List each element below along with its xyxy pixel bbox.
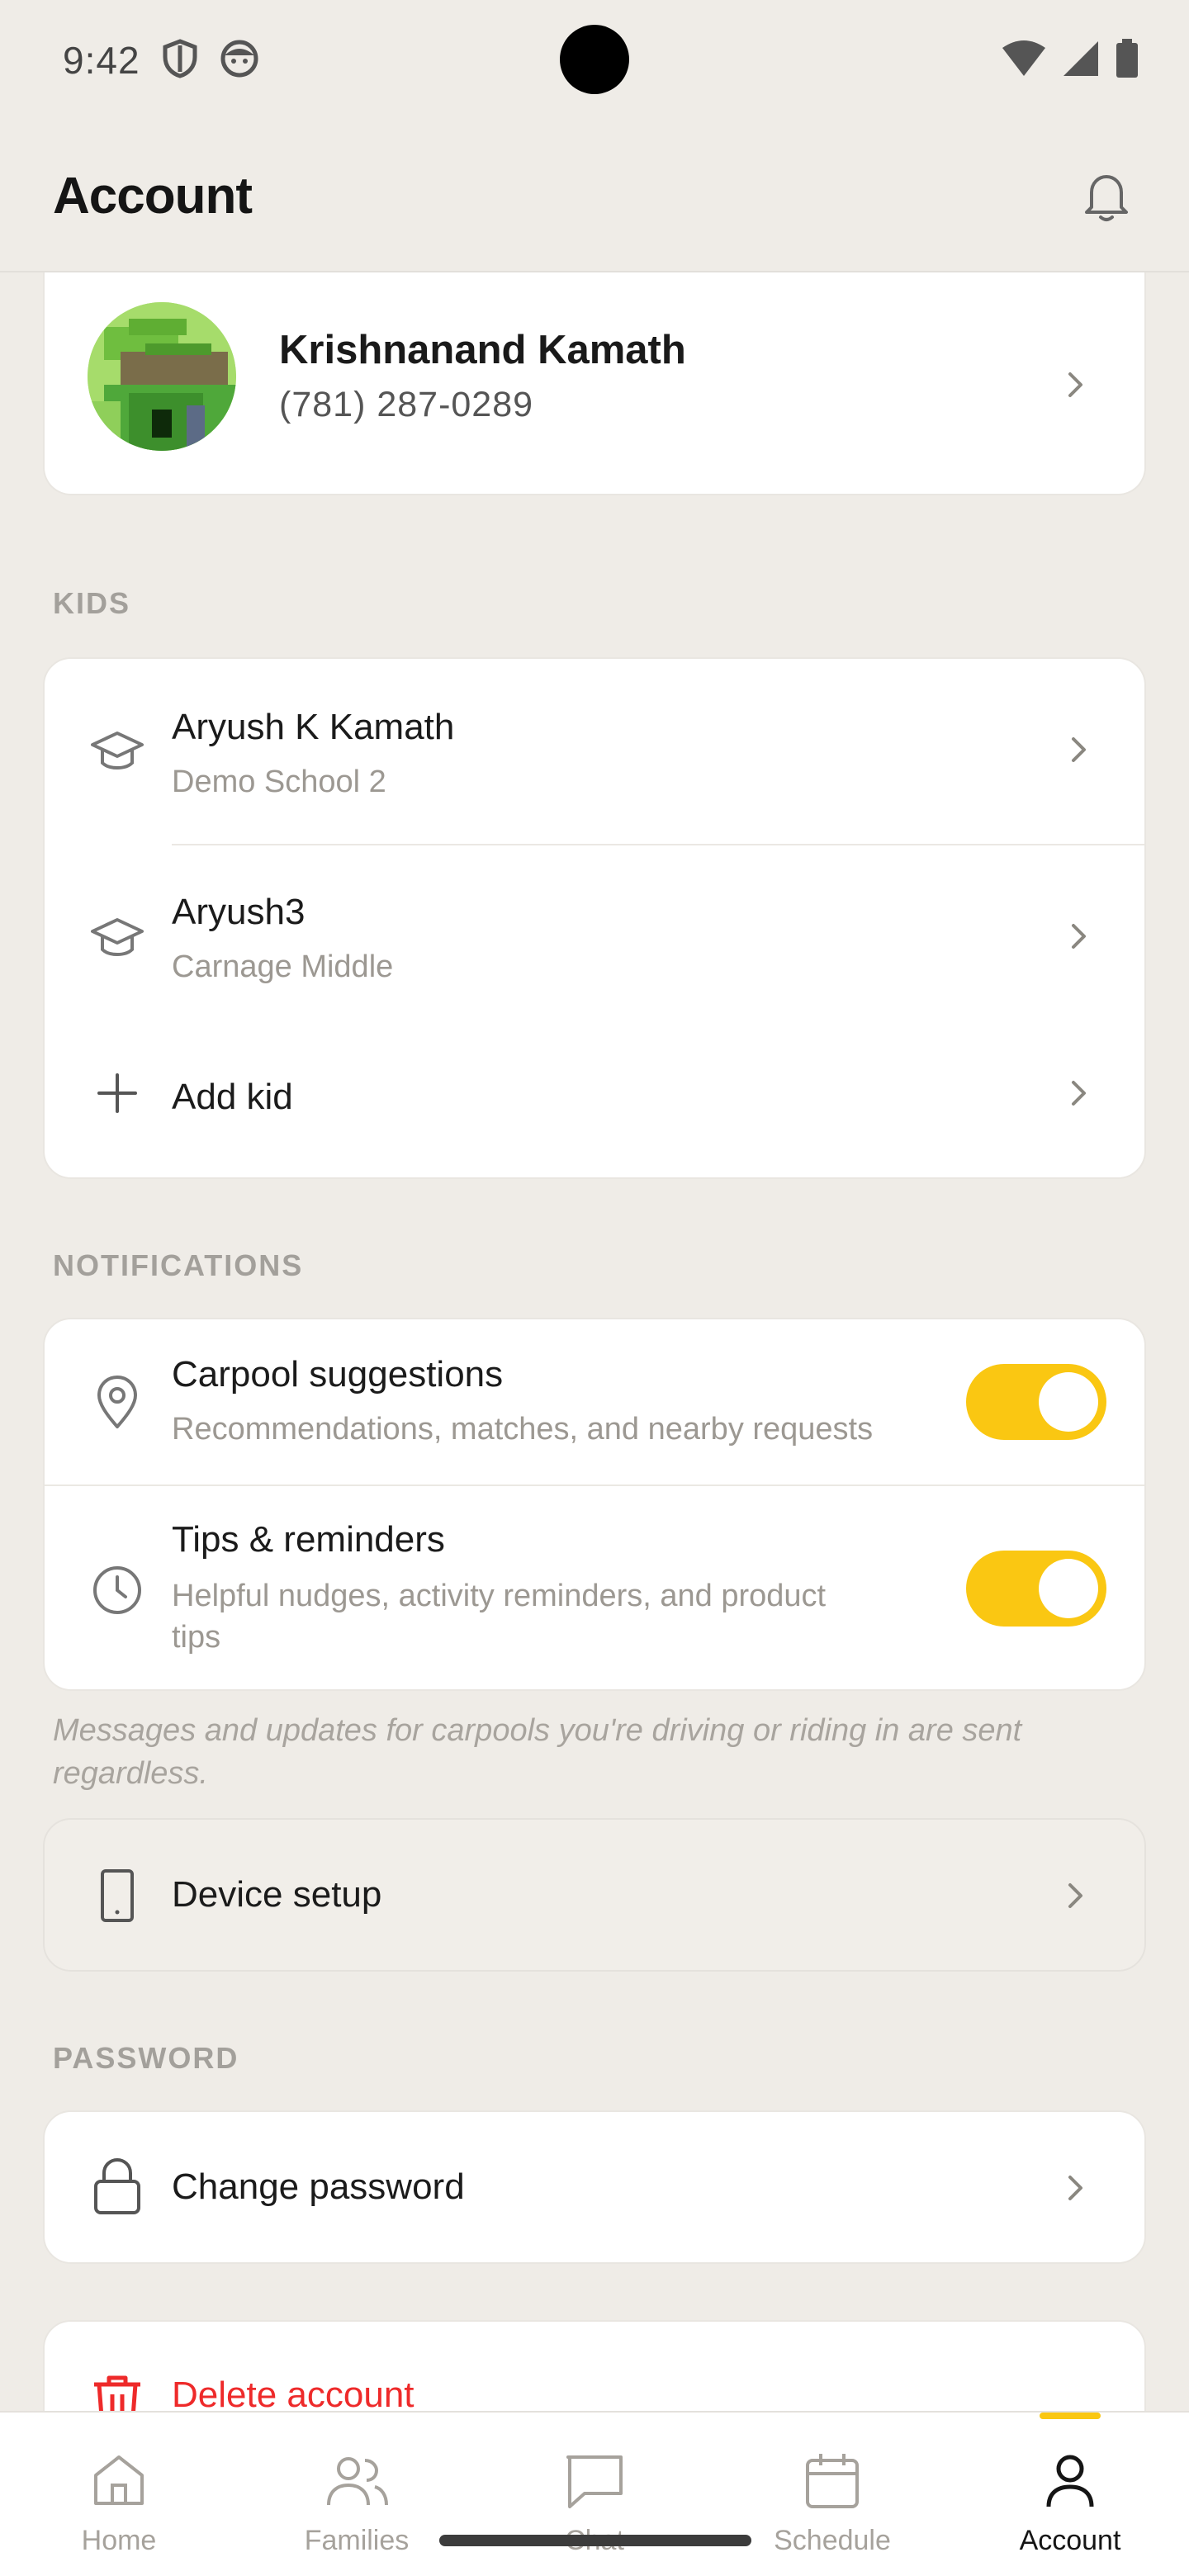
chevron-right-icon <box>1072 737 1086 762</box>
kid-row[interactable]: Aryush K Kamath Demo School 2 <box>45 659 1148 844</box>
kid-row[interactable]: Aryush3 Carnage Middle <box>45 845 1148 1030</box>
lock-icon <box>88 2157 147 2216</box>
notifications-card: Carpool suggestions Recommendations, mat… <box>43 1318 1146 1691</box>
password-section-label: PASSWORD <box>53 2041 239 2075</box>
kids-section-label: KIDS <box>53 586 131 620</box>
status-time: 9:42 <box>63 39 140 82</box>
kids-card: Aryush K Kamath Demo School 2 Aryush3 Ca… <box>43 657 1146 1179</box>
device-setup-button[interactable]: Device setup <box>43 1818 1146 1972</box>
toggle-knob <box>1039 1559 1098 1618</box>
change-password-button[interactable]: Change password <box>43 2110 1146 2264</box>
chevron-right-icon <box>1068 1883 1082 1908</box>
nav-account[interactable]: Account <box>951 2413 1189 2576</box>
add-kid-button[interactable]: Add kid <box>45 1030 1148 1179</box>
device-setup-label: Device setup <box>172 1874 382 1915</box>
kid-school: Carnage Middle <box>172 949 394 984</box>
avatar <box>88 302 236 451</box>
camera-cutout <box>560 25 629 94</box>
calendar-icon <box>798 2446 867 2515</box>
active-tab-indicator <box>1040 2413 1101 2419</box>
add-kid-label: Add kid <box>172 1077 293 1117</box>
app-header: Account <box>0 121 1189 272</box>
notifications-footnote: Messages and updates for carpools you're… <box>53 1713 1022 1791</box>
profile-phone: (781) 287-0289 <box>279 385 534 424</box>
chevron-right-icon <box>1068 2176 1082 2200</box>
delete-account-label: Delete account <box>172 2375 414 2415</box>
tips-reminders-title: Tips & reminders <box>172 1519 445 1560</box>
page-title: Account <box>53 167 253 225</box>
plus-icon <box>88 1063 147 1123</box>
location-pin-icon <box>88 1372 147 1432</box>
tips-reminders-row: Tips & reminders Helpful nudges, activit… <box>45 1486 1148 1693</box>
chevron-right-icon <box>1068 372 1082 397</box>
account-icon <box>1035 2446 1105 2515</box>
profile-name: Krishnanand Kamath <box>279 328 686 372</box>
bottom-navigation: Home Families Chat Schedule Account <box>0 2411 1189 2576</box>
nav-families-label: Families <box>304 2525 410 2556</box>
chevron-right-icon <box>1072 924 1086 949</box>
kid-school: Demo School 2 <box>172 765 386 799</box>
kid-name: Aryush3 <box>172 892 306 932</box>
tips-reminders-subtitle: Helpful nudges, activity reminders, and … <box>172 1579 827 1613</box>
clock-icon <box>88 1560 147 1620</box>
graduation-cap-icon <box>88 908 147 968</box>
toggle-knob <box>1039 1372 1098 1432</box>
nav-schedule-label: Schedule <box>774 2525 891 2556</box>
carpool-suggestions-row: Carpool suggestions Recommendations, mat… <box>45 1319 1148 1485</box>
kid-name: Aryush K Kamath <box>172 707 455 747</box>
nav-home-label: Home <box>81 2525 157 2556</box>
wifi-icon <box>1001 40 1047 82</box>
home-icon <box>84 2446 154 2515</box>
gesture-handle[interactable] <box>439 2535 751 2546</box>
notifications-section-label: NOTIFICATIONS <box>53 1248 304 1282</box>
carpool-suggestions-toggle[interactable] <box>966 1364 1106 1440</box>
bell-icon[interactable] <box>1077 166 1136 225</box>
phone-icon <box>88 1866 147 1925</box>
chevron-right-icon <box>1072 1081 1086 1106</box>
carpool-suggestions-subtitle: Recommendations, matches, and nearby req… <box>172 1412 874 1447</box>
battery-icon <box>1115 38 1139 83</box>
nav-chat[interactable]: Chat <box>476 2413 713 2576</box>
change-password-label: Change password <box>172 2166 465 2207</box>
nav-home[interactable]: Home <box>0 2413 238 2576</box>
profile-card[interactable]: Krishnanand Kamath (781) 287-0289 <box>43 272 1146 495</box>
carpool-suggestions-title: Carpool suggestions <box>172 1354 504 1395</box>
graduation-cap-icon <box>88 722 147 781</box>
families-icon <box>322 2446 391 2515</box>
nav-account-label: Account <box>1019 2525 1121 2556</box>
tips-reminders-toggle[interactable] <box>966 1551 1106 1627</box>
tips-reminders-subtitle-cont: tips <box>172 1620 221 1655</box>
cell-signal-icon <box>1062 40 1100 82</box>
nav-schedule[interactable]: Schedule <box>713 2413 951 2576</box>
nav-families[interactable]: Families <box>238 2413 476 2576</box>
shield-icon <box>162 38 198 83</box>
chat-icon <box>560 2446 629 2515</box>
face-icon <box>220 39 259 83</box>
